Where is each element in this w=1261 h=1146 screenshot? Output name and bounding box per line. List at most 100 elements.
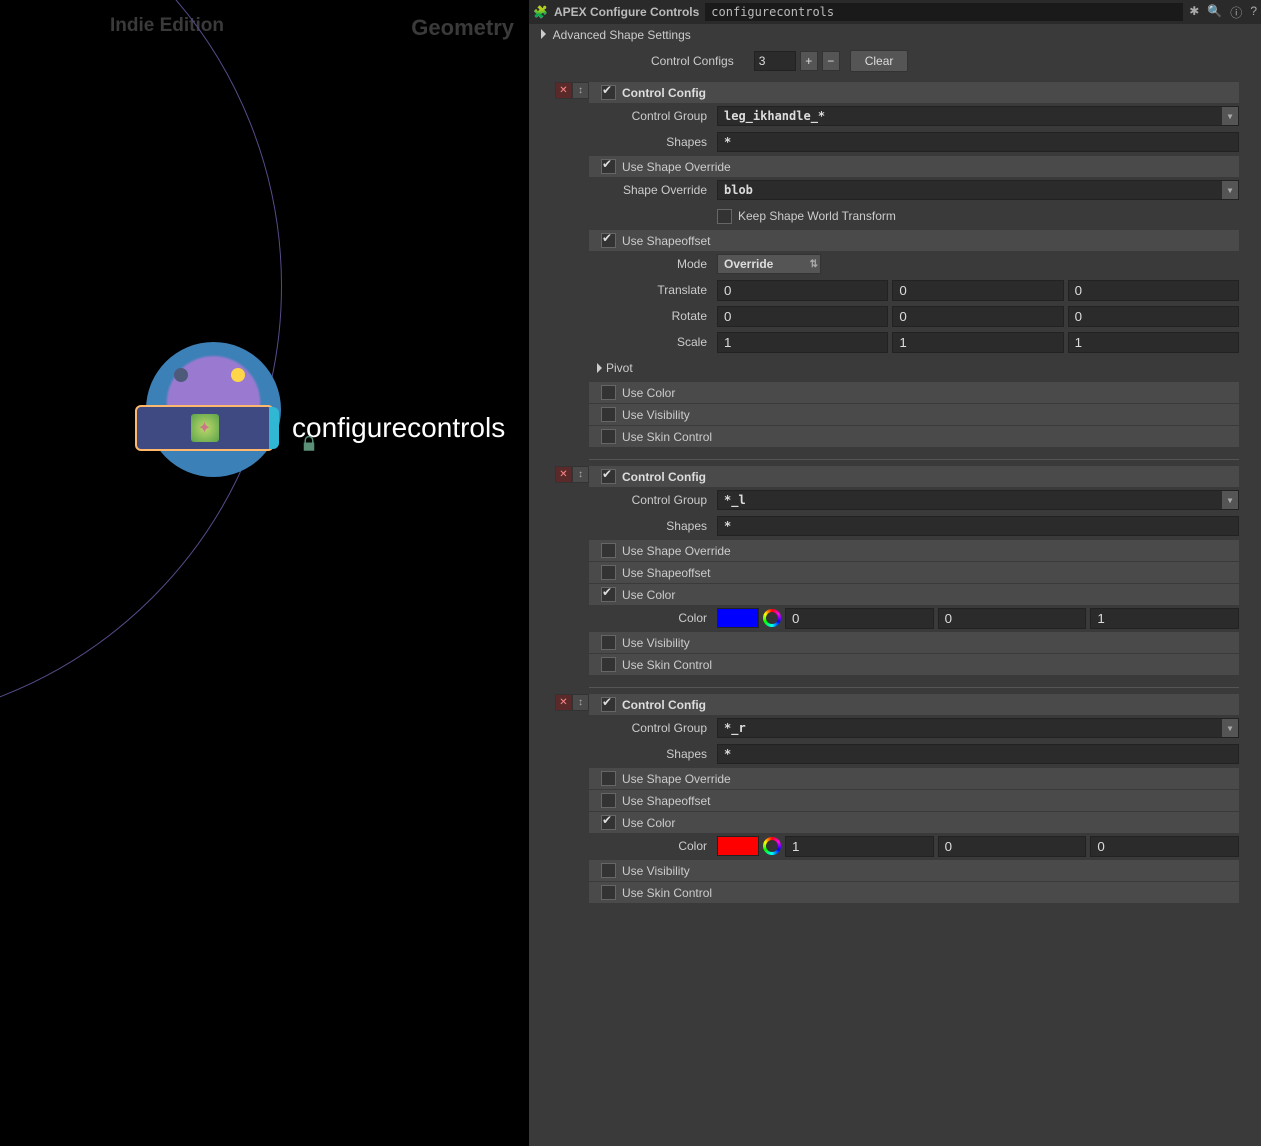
rotate-z-field[interactable]	[1068, 306, 1239, 327]
use-color-check[interactable]	[601, 587, 616, 602]
translate-x-field[interactable]	[717, 280, 888, 301]
config-title: Control Config	[622, 470, 706, 484]
color-r-field[interactable]	[785, 836, 934, 857]
shapes-label: Shapes	[589, 747, 717, 761]
use-shape-override-check[interactable]	[601, 771, 616, 786]
chevron-down-icon: ▼	[1222, 107, 1238, 125]
use-color-check[interactable]	[601, 385, 616, 400]
config-header[interactable]: Control Config	[589, 694, 1239, 715]
config-title: Control Config	[622, 698, 706, 712]
scale-x-field[interactable]	[717, 332, 888, 353]
shapes-field[interactable]: *	[717, 744, 1239, 764]
use-shape-override-row[interactable]: Use Shape Override	[589, 156, 1239, 177]
use-skin-control-check[interactable]	[601, 657, 616, 672]
node[interactable]: ✦ configurecontrols	[135, 405, 505, 451]
use-visibility-row[interactable]: Use Visibility	[589, 860, 1239, 881]
use-shapeoffset-check[interactable]	[601, 793, 616, 808]
color-b-field[interactable]	[1090, 836, 1239, 857]
use-visibility-row[interactable]: Use Visibility	[589, 632, 1239, 653]
use-visibility-check[interactable]	[601, 407, 616, 422]
rotate-x-field[interactable]	[717, 306, 888, 327]
add-config-button[interactable]: +	[800, 51, 818, 71]
delete-config-button[interactable]: ✕	[555, 466, 572, 483]
translate-y-field[interactable]	[892, 280, 1063, 301]
color-r-field[interactable]	[785, 608, 934, 629]
shape-override-field[interactable]: blob▼	[717, 180, 1239, 200]
color-picker-icon[interactable]	[763, 837, 781, 855]
pivot-row[interactable]: Pivot	[589, 355, 1239, 381]
shapes-field[interactable]: *	[717, 132, 1239, 152]
help-icon[interactable]: ?	[1250, 4, 1257, 21]
mode-label: Mode	[589, 257, 717, 271]
network-viewport[interactable]: Indie Edition Geometry ✦ configurecontro…	[0, 0, 529, 1146]
use-skin-control-row[interactable]: Use Skin Control	[589, 882, 1239, 903]
remove-config-button[interactable]: −	[822, 51, 840, 71]
config-enable-check[interactable]	[601, 85, 616, 100]
keep-world-check[interactable]	[717, 209, 732, 224]
translate-z-field[interactable]	[1068, 280, 1239, 301]
use-shapeoffset-row[interactable]: Use Shapeoffset	[589, 562, 1239, 583]
use-skin-control-row[interactable]: Use Skin Control	[589, 654, 1239, 675]
separator	[589, 459, 1239, 460]
info-icon[interactable]: ⓘ	[1230, 4, 1242, 21]
chevron-right-icon	[597, 363, 602, 373]
reorder-config-button[interactable]: ↕	[572, 82, 589, 99]
node-path-field[interactable]: configurecontrols	[705, 3, 1183, 21]
reorder-config-button[interactable]: ↕	[572, 466, 589, 483]
shapes-field[interactable]: *	[717, 516, 1239, 536]
clear-configs-button[interactable]: Clear	[850, 50, 909, 72]
search-icon[interactable]: 🔍	[1207, 4, 1222, 21]
node-name: configurecontrols	[292, 412, 505, 444]
use-shapeoffset-check[interactable]	[601, 233, 616, 248]
use-color-row[interactable]: Use Color	[589, 812, 1239, 833]
configs-count-field[interactable]	[754, 51, 796, 71]
node-type-label: APEX Configure Controls	[554, 5, 699, 19]
use-shape-override-row[interactable]: Use Shape Override	[589, 540, 1239, 561]
use-visibility-check[interactable]	[601, 635, 616, 650]
use-skin-control-row[interactable]: Use Skin Control	[589, 426, 1239, 447]
use-visibility-check[interactable]	[601, 863, 616, 878]
color-swatch[interactable]	[717, 608, 759, 628]
use-skin-control-check[interactable]	[601, 885, 616, 900]
use-skin-control-check[interactable]	[601, 429, 616, 444]
config-title: Control Config	[622, 86, 706, 100]
use-shapeoffset-check[interactable]	[601, 565, 616, 580]
separator	[589, 687, 1239, 688]
delete-config-button[interactable]: ✕	[555, 82, 572, 99]
rotate-label: Rotate	[589, 309, 717, 323]
control-group-field[interactable]: *_l▼	[717, 490, 1239, 510]
color-g-field[interactable]	[938, 608, 1087, 629]
color-swatch[interactable]	[717, 836, 759, 856]
gear-icon[interactable]: ✱	[1189, 4, 1199, 21]
mode-select[interactable]: Override⇅	[717, 254, 821, 274]
use-visibility-row[interactable]: Use Visibility	[589, 404, 1239, 425]
delete-config-button[interactable]: ✕	[555, 694, 572, 711]
config-header[interactable]: Control Config	[589, 82, 1239, 103]
use-shape-override-row[interactable]: Use Shape Override	[589, 768, 1239, 789]
config-enable-check[interactable]	[601, 469, 616, 484]
use-color-row[interactable]: Use Color	[589, 584, 1239, 605]
control-group-label: Control Group	[589, 109, 717, 123]
use-shape-override-check[interactable]	[601, 159, 616, 174]
lock-icon[interactable]	[300, 435, 318, 458]
color-g-field[interactable]	[938, 836, 1087, 857]
advanced-shape-header[interactable]: Advanced Shape Settings	[529, 24, 1261, 46]
color-b-field[interactable]	[1090, 608, 1239, 629]
use-shapeoffset-row[interactable]: Use Shapeoffset	[589, 230, 1239, 251]
color-picker-icon[interactable]	[763, 609, 781, 627]
config-header[interactable]: Control Config	[589, 466, 1239, 487]
node-tile[interactable]: ✦	[135, 405, 274, 451]
config-enable-check[interactable]	[601, 697, 616, 712]
use-shape-override-check[interactable]	[601, 543, 616, 558]
reorder-config-button[interactable]: ↕	[572, 694, 589, 711]
use-color-row[interactable]: Use Color	[589, 382, 1239, 403]
control-group-label: Control Group	[589, 493, 717, 507]
scale-y-field[interactable]	[892, 332, 1063, 353]
shape-override-label: Shape Override	[589, 183, 717, 197]
control-group-field[interactable]: leg_ikhandle_*▼	[717, 106, 1239, 126]
control-group-field[interactable]: *_r▼	[717, 718, 1239, 738]
use-shapeoffset-row[interactable]: Use Shapeoffset	[589, 790, 1239, 811]
scale-z-field[interactable]	[1068, 332, 1239, 353]
rotate-y-field[interactable]	[892, 306, 1063, 327]
use-color-check[interactable]	[601, 815, 616, 830]
